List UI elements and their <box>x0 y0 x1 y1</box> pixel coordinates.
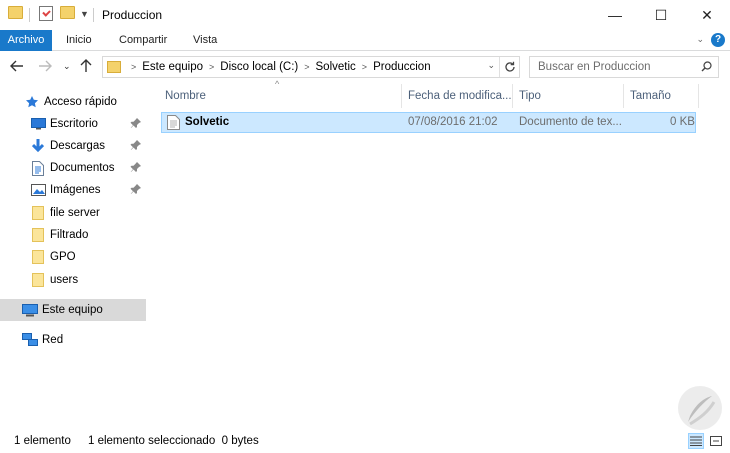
logo-watermark <box>678 386 722 430</box>
sidebar-item-label: Escritorio <box>50 118 98 130</box>
sidebar-item-red[interactable]: Red <box>22 329 146 351</box>
chevron-right-icon[interactable]: > <box>304 62 309 72</box>
column-header-tipo[interactable]: Tipo <box>513 84 624 108</box>
breadcrumb-solvetic[interactable]: Solvetic <box>316 61 356 73</box>
folder-icon <box>30 249 46 265</box>
sidebar-item-label: Descargas <box>50 140 105 152</box>
new-folder-icon[interactable] <box>60 6 75 19</box>
folder-icon <box>30 227 46 243</box>
forward-arrow-icon[interactable] <box>38 57 52 75</box>
sidebar-item-label: Red <box>42 334 64 346</box>
ribbon-tabs: Archivo Inicio Compartir Vista ⌄ ? <box>0 30 730 51</box>
status-bar: 1 elemento 1 elemento seleccionado 0 byt… <box>0 430 730 453</box>
file-type: Documento de tex... <box>519 116 622 128</box>
properties-icon[interactable] <box>39 6 53 21</box>
status-item-count: 1 elemento <box>14 435 71 447</box>
network-icon <box>22 332 38 348</box>
folder-icon <box>30 272 46 288</box>
tab-vista[interactable]: Vista <box>183 30 227 51</box>
chevron-right-icon[interactable]: > <box>209 62 214 72</box>
chevron-right-icon[interactable]: > <box>362 62 367 72</box>
pictures-icon <box>30 182 46 198</box>
download-icon <box>30 138 46 154</box>
status-selection: 1 elemento seleccionado 0 bytes <box>88 435 259 447</box>
tab-compartir[interactable]: Compartir <box>109 30 177 51</box>
search-input[interactable] <box>538 61 698 73</box>
search-box[interactable] <box>529 56 719 78</box>
text-file-icon <box>167 115 180 130</box>
pin-icon[interactable] <box>130 117 142 129</box>
sidebar-item-escritorio[interactable]: Escritorio <box>30 113 146 135</box>
column-header-nombre[interactable]: Nombre <box>159 84 402 108</box>
customize-toolbar-chevron-icon[interactable]: ▼ <box>80 9 89 19</box>
column-header-fecha[interactable]: Fecha de modifica... <box>402 84 513 108</box>
breadcrumb-produccion[interactable]: Produccion <box>373 61 431 73</box>
sidebar-item-imagenes[interactable]: Imágenes <box>30 179 146 201</box>
sidebar-item-label: users <box>50 274 79 286</box>
navigation-pane: Acceso rápido Escritorio Descargas Docum… <box>0 82 150 422</box>
address-bar[interactable]: > Este equipo > Disco local (C:) > Solve… <box>102 56 520 78</box>
refresh-icon[interactable] <box>499 57 519 77</box>
close-button[interactable]: ✕ <box>684 0 730 30</box>
file-size: 0 KB <box>670 116 695 128</box>
window-title: Produccion <box>102 8 163 22</box>
minimize-button[interactable]: — <box>592 0 638 30</box>
file-row[interactable]: Solvetic 07/08/2016 21:02 Documento de t… <box>161 112 696 133</box>
sidebar-item-label: Imágenes <box>50 184 101 196</box>
back-arrow-icon[interactable] <box>10 57 24 75</box>
sidebar-item-este-equipo[interactable]: Este equipo <box>0 299 146 321</box>
address-dropdown-chevron-icon[interactable]: ⌄ <box>487 60 495 71</box>
star-icon <box>24 94 40 110</box>
toolbar-separator <box>29 8 30 22</box>
sidebar-item-users[interactable]: users <box>30 269 146 291</box>
file-modified: 07/08/2016 21:02 <box>408 116 498 128</box>
documents-icon <box>30 160 46 176</box>
recent-locations-chevron-icon[interactable]: ⌄ <box>63 57 71 75</box>
sidebar-item-acceso-rapido[interactable]: Acceso rápido <box>24 91 146 113</box>
desktop-icon <box>30 116 46 132</box>
file-name: Solvetic <box>185 116 230 128</box>
sidebar-item-label: Documentos <box>50 162 115 174</box>
tab-inicio[interactable]: Inicio <box>56 30 102 51</box>
chevron-right-icon[interactable]: > <box>131 62 136 72</box>
sidebar-item-file-server[interactable]: file server <box>30 202 146 224</box>
tab-archivo[interactable]: Archivo <box>0 30 52 51</box>
help-button[interactable]: ? <box>711 33 725 47</box>
sidebar-item-label: Acceso rápido <box>44 96 117 108</box>
computer-icon <box>22 302 38 318</box>
expand-ribbon-chevron-icon[interactable]: ⌄ <box>696 34 704 45</box>
search-icon[interactable] <box>701 61 712 72</box>
sidebar-item-documentos[interactable]: Documentos <box>30 157 146 179</box>
column-header-tamano[interactable]: Tamaño <box>624 84 699 108</box>
folder-icon <box>107 61 121 73</box>
sidebar-item-label: GPO <box>50 251 76 263</box>
sidebar-item-descargas[interactable]: Descargas <box>30 135 146 157</box>
breadcrumb-este-equipo[interactable]: Este equipo <box>142 61 203 73</box>
pin-icon[interactable] <box>130 183 142 195</box>
maximize-button[interactable]: ☐ <box>638 0 684 30</box>
folder-icon <box>30 205 46 221</box>
title-separator <box>93 8 94 22</box>
title-bar: ▼ Produccion — ☐ ✕ <box>0 0 730 30</box>
up-arrow-icon[interactable] <box>80 57 92 75</box>
sidebar-item-filtrado[interactable]: Filtrado <box>30 224 146 246</box>
sidebar-item-label: Filtrado <box>50 229 89 241</box>
folder-icon <box>8 6 23 19</box>
navigation-bar: ⌄ > Este equipo > Disco local (C:) > Sol… <box>0 51 730 82</box>
sidebar-item-label: Este equipo <box>42 304 103 316</box>
pin-icon[interactable] <box>130 161 142 173</box>
sidebar-item-gpo[interactable]: GPO <box>30 246 146 268</box>
breadcrumb-disco-local[interactable]: Disco local (C:) <box>220 61 298 73</box>
sidebar-item-label: file server <box>50 207 100 219</box>
pin-icon[interactable] <box>130 139 142 151</box>
